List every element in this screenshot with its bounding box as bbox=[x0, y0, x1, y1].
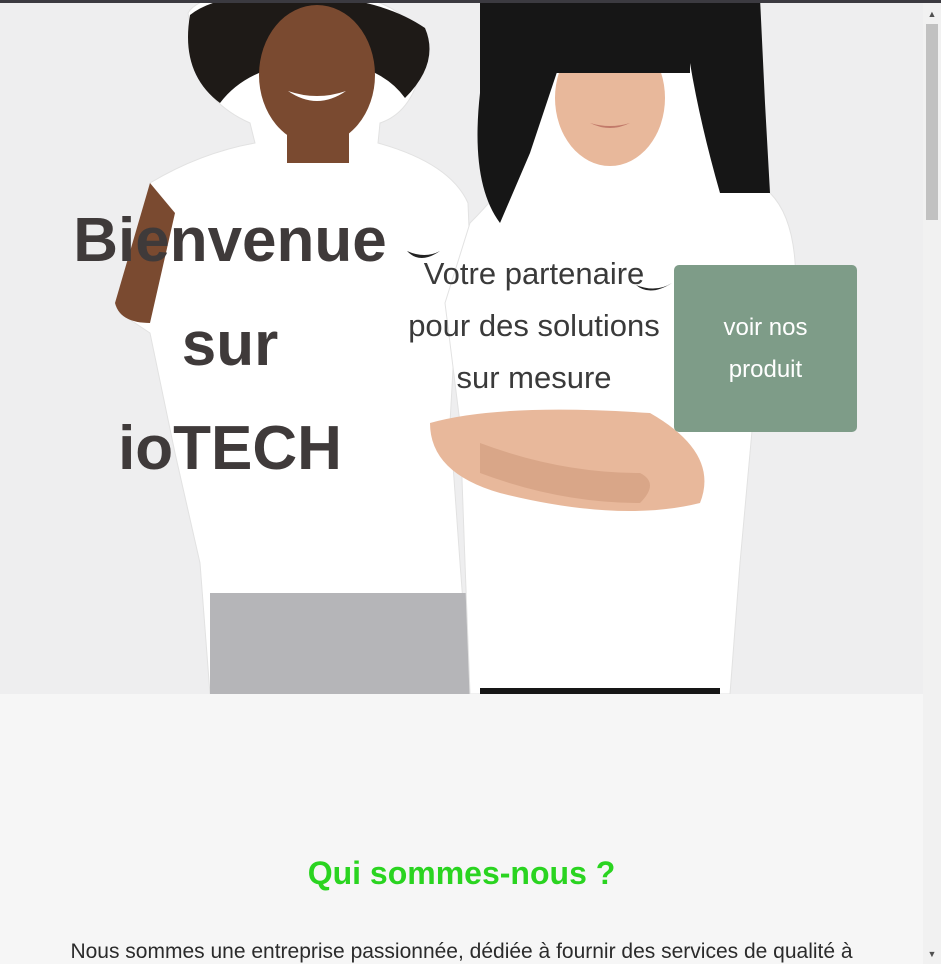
hero-banner: Bienvenue sur ioTECH Votre partenaire po… bbox=[0, 3, 923, 694]
hero-title-line-1: Bienvenue bbox=[73, 206, 387, 275]
hero-title: Bienvenue sur ioTECH bbox=[50, 189, 410, 501]
view-products-button-label: voir nos produit bbox=[723, 313, 808, 383]
vertical-scrollbar[interactable]: ▲ ▼ bbox=[923, 3, 941, 964]
page-viewport: Bienvenue sur ioTECH Votre partenaire po… bbox=[0, 3, 923, 964]
view-products-button[interactable]: voir nos produit bbox=[674, 265, 857, 432]
about-section-text: Nous sommes une entreprise passionnée, d… bbox=[70, 940, 853, 963]
hero-title-line-2: sur bbox=[181, 310, 279, 379]
hero-title-line-3: ioTECH bbox=[118, 414, 342, 483]
about-section-title: Qui sommes-nous ? bbox=[307, 855, 616, 891]
scrollbar-thumb[interactable] bbox=[926, 24, 938, 220]
triangle-up-icon[interactable]: ▲ bbox=[923, 6, 941, 22]
triangle-down-icon[interactable]: ▼ bbox=[923, 946, 941, 962]
hero-subtitle: Votre partenaire pour des solutions sur … bbox=[408, 256, 660, 395]
